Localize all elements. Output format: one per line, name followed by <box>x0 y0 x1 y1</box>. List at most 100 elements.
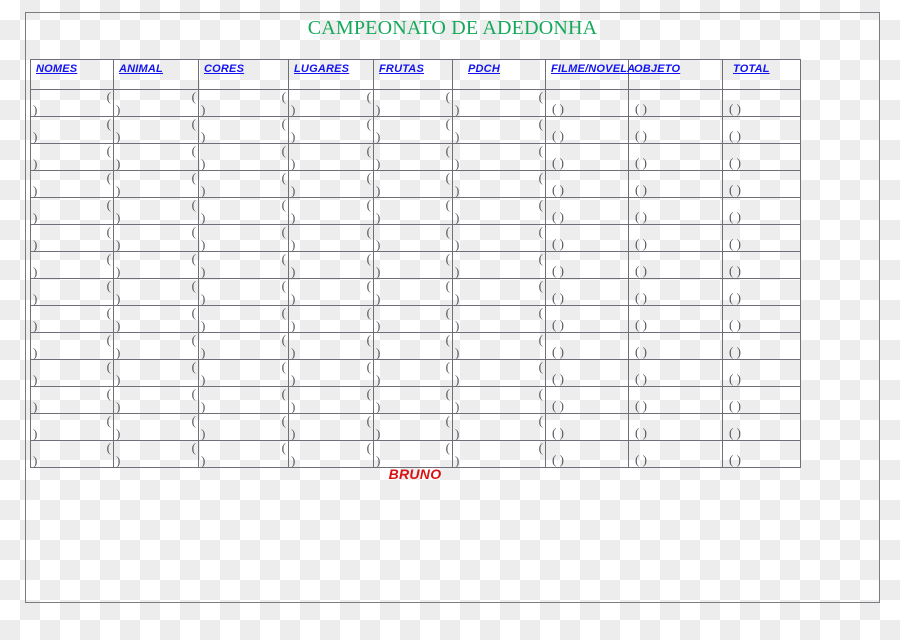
score-cell[interactable]: () <box>452 89 546 117</box>
score-cell[interactable]: () <box>113 332 199 360</box>
score-cell[interactable]: () <box>452 440 546 468</box>
score-cell[interactable]: () <box>113 197 199 225</box>
score-cell[interactable]: () <box>30 386 114 414</box>
score-cell[interactable]: () <box>288 305 374 333</box>
score-cell[interactable]: ( ) <box>545 305 629 333</box>
score-cell[interactable]: ( ) <box>722 170 801 198</box>
score-cell[interactable]: () <box>30 251 114 279</box>
score-cell[interactable]: () <box>198 440 289 468</box>
score-cell[interactable]: () <box>198 278 289 306</box>
score-cell[interactable]: () <box>373 116 453 144</box>
column-header-pdch[interactable]: PDCH <box>452 59 546 90</box>
column-header-objeto[interactable]: OBJETO <box>628 59 723 90</box>
score-cell[interactable]: () <box>452 413 546 441</box>
score-cell[interactable]: ( ) <box>545 413 629 441</box>
score-cell[interactable]: () <box>198 143 289 171</box>
score-cell[interactable]: ( ) <box>722 440 801 468</box>
score-cell[interactable]: () <box>113 359 199 387</box>
score-cell[interactable]: () <box>288 413 374 441</box>
score-cell[interactable]: () <box>30 116 114 144</box>
score-cell[interactable]: () <box>452 359 546 387</box>
score-cell[interactable]: ( ) <box>545 386 629 414</box>
score-cell[interactable]: () <box>288 116 374 144</box>
score-cell[interactable]: () <box>30 440 114 468</box>
score-cell[interactable]: ( ) <box>628 224 723 252</box>
score-cell[interactable]: () <box>198 197 289 225</box>
score-cell[interactable]: ( ) <box>722 89 801 117</box>
score-cell[interactable]: () <box>288 386 374 414</box>
score-cell[interactable]: () <box>288 251 374 279</box>
score-cell[interactable]: ( ) <box>628 116 723 144</box>
score-cell[interactable]: () <box>373 143 453 171</box>
score-cell[interactable]: () <box>30 413 114 441</box>
score-cell[interactable]: ( ) <box>722 278 801 306</box>
score-cell[interactable]: () <box>198 305 289 333</box>
score-cell[interactable]: () <box>113 143 199 171</box>
score-cell[interactable]: () <box>452 251 546 279</box>
score-cell[interactable]: ( ) <box>722 143 801 171</box>
score-cell[interactable]: ( ) <box>545 143 629 171</box>
score-cell[interactable]: () <box>30 305 114 333</box>
score-cell[interactable]: () <box>113 224 199 252</box>
score-cell[interactable]: ( ) <box>628 359 723 387</box>
score-cell[interactable]: () <box>373 332 453 360</box>
score-cell[interactable]: () <box>452 386 546 414</box>
score-cell[interactable]: ( ) <box>545 278 629 306</box>
score-cell[interactable]: ( ) <box>722 413 801 441</box>
score-cell[interactable]: ( ) <box>545 251 629 279</box>
score-cell[interactable]: () <box>452 170 546 198</box>
score-cell[interactable]: () <box>198 116 289 144</box>
score-cell[interactable]: ( ) <box>628 305 723 333</box>
score-cell[interactable]: ( ) <box>628 278 723 306</box>
score-cell[interactable]: () <box>30 89 114 117</box>
score-cell[interactable]: () <box>288 440 374 468</box>
score-cell[interactable]: () <box>288 224 374 252</box>
score-cell[interactable]: () <box>452 278 546 306</box>
score-cell[interactable]: ( ) <box>722 386 801 414</box>
score-cell[interactable]: ( ) <box>545 332 629 360</box>
score-cell[interactable]: () <box>373 386 453 414</box>
score-cell[interactable]: () <box>373 170 453 198</box>
score-cell[interactable]: () <box>30 278 114 306</box>
column-header-total[interactable]: TOTAL <box>722 59 801 90</box>
score-cell[interactable]: () <box>30 143 114 171</box>
score-cell[interactable]: ( ) <box>722 305 801 333</box>
score-cell[interactable]: ( ) <box>545 359 629 387</box>
column-header-filme-novela[interactable]: FILME/NOVELA <box>545 59 635 90</box>
score-cell[interactable]: () <box>452 224 546 252</box>
score-cell[interactable]: ( ) <box>628 251 723 279</box>
score-cell[interactable]: () <box>373 89 453 117</box>
column-header-frutas[interactable]: FRUTAS <box>373 59 453 90</box>
score-cell[interactable]: ( ) <box>628 197 723 225</box>
score-cell[interactable]: ( ) <box>722 116 801 144</box>
score-cell[interactable]: () <box>198 170 289 198</box>
score-cell[interactable]: () <box>113 278 199 306</box>
score-cell[interactable]: ( ) <box>628 170 723 198</box>
column-header-cores[interactable]: CORES <box>198 59 289 90</box>
score-cell[interactable]: () <box>198 89 289 117</box>
score-cell[interactable]: () <box>113 305 199 333</box>
score-cell[interactable]: () <box>198 224 289 252</box>
score-cell[interactable]: ( ) <box>545 89 629 117</box>
score-cell[interactable]: () <box>373 224 453 252</box>
score-cell[interactable]: () <box>288 278 374 306</box>
score-cell[interactable]: () <box>288 89 374 117</box>
score-cell[interactable]: ( ) <box>722 251 801 279</box>
score-cell[interactable]: () <box>452 332 546 360</box>
score-cell[interactable]: () <box>30 224 114 252</box>
score-cell[interactable]: ( ) <box>545 116 629 144</box>
score-cell[interactable]: () <box>373 359 453 387</box>
score-cell[interactable]: ( ) <box>628 440 723 468</box>
score-cell[interactable]: () <box>198 251 289 279</box>
score-cell[interactable]: () <box>30 170 114 198</box>
score-cell[interactable]: () <box>452 116 546 144</box>
score-cell[interactable]: () <box>288 332 374 360</box>
score-cell[interactable]: () <box>288 170 374 198</box>
score-cell[interactable]: ( ) <box>545 440 629 468</box>
score-cell[interactable]: () <box>288 197 374 225</box>
score-cell[interactable]: ( ) <box>722 197 801 225</box>
score-cell[interactable]: () <box>373 305 453 333</box>
score-cell[interactable]: () <box>373 440 453 468</box>
score-cell[interactable]: ( ) <box>628 386 723 414</box>
score-cell[interactable]: () <box>113 116 199 144</box>
